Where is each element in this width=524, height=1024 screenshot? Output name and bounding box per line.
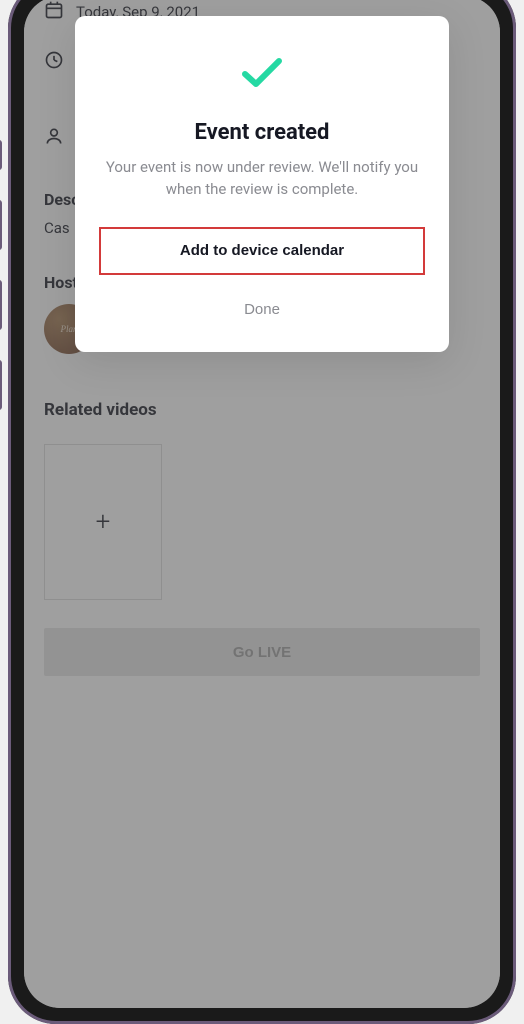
done-button[interactable]: Done <box>224 293 300 326</box>
phone-screen: Today, Sep 9, 2021 <box>24 0 500 1008</box>
event-created-modal: Event created Your event is now under re… <box>75 16 449 352</box>
phone-side-buttons <box>0 140 2 410</box>
modal-body-text: Your event is now under review. We'll no… <box>99 157 425 201</box>
modal-overlay: Event created Your event is now under re… <box>24 0 500 1008</box>
success-icon-wrap <box>99 56 425 94</box>
add-to-calendar-button[interactable]: Add to device calendar <box>99 227 425 275</box>
checkmark-icon <box>241 56 283 94</box>
modal-title: Event created <box>99 120 425 145</box>
phone-frame: Today, Sep 9, 2021 <box>8 0 516 1024</box>
